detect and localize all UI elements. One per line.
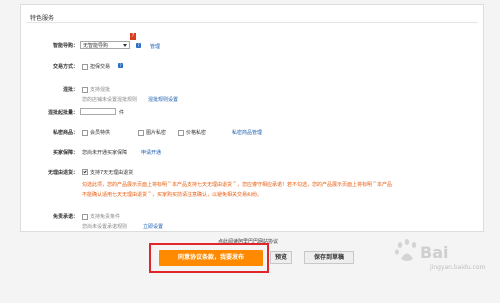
no-reason-warning-line-2: 不能确认适用七天无理由退货＂，买家购买前请注意确认，以避免相关交易纠纷。 — [82, 192, 263, 198]
smart-guide-manage-link[interactable]: 管理 — [150, 43, 160, 50]
disclaimer-checkbox[interactable] — [82, 214, 88, 220]
no-reason-checkbox[interactable] — [82, 169, 88, 175]
private-option-checkbox-1[interactable] — [82, 130, 88, 136]
exchange-checkbox[interactable] — [82, 87, 88, 93]
private-goods-manage-link[interactable]: 私密商品管理 — [232, 129, 262, 136]
no-reason-option-label: 支持7天无理由退货 — [90, 170, 134, 176]
buyer-protection-label: 买家保障： — [52, 150, 78, 156]
smart-guide-label: 智能导购： — [52, 43, 78, 49]
preview-button[interactable]: 预览 — [270, 251, 292, 264]
no-reason-warning-line-1: 勾选此项，您的产品展示页面上将标明＂本产品支持七天无理由退货＂，您应遵守相应承诺… — [82, 182, 393, 188]
smart-guide-select[interactable]: 无智能导购 — [80, 41, 130, 49]
smart-guide-selected: 无智能导购 — [83, 42, 109, 49]
buyer-protection-apply-link[interactable]: 申请开通 — [141, 149, 161, 156]
exchange-note: 您的店铺未设置混批规则 — [82, 97, 138, 103]
min-qty-label: 混批起批量： — [47, 110, 78, 116]
baidu-watermark-logo: Bai jingyan.baidu.com — [395, 239, 486, 271]
save-draft-button[interactable]: 保存到草稿 — [304, 251, 354, 264]
info-icon[interactable]: ? — [136, 43, 141, 48]
watermark-subtext: jingyan.baidu.com — [429, 264, 486, 271]
min-qty-unit: 件 — [119, 110, 125, 116]
buyer-protection-note: 您尚未开通买家保障 — [82, 150, 128, 156]
delivery-checkbox[interactable] — [82, 64, 88, 70]
exchange-option-label: 支持混批 — [90, 87, 111, 93]
disclaimer-note: 您尚未设置承诺规则 — [82, 224, 128, 230]
delivery-option-label: 担保交易 — [90, 64, 111, 70]
private-option-label-1: 会员特供 — [90, 130, 111, 136]
disclaimer-option-label: 支持免责条件 — [90, 214, 121, 220]
delivery-label: 交易方式： — [52, 64, 78, 70]
agree-and-publish-button[interactable]: 同意协议条款，我要发布 — [159, 250, 263, 266]
title-divider — [26, 22, 478, 23]
no-reason-label: 无理由退货： — [47, 170, 78, 176]
disclaimer-setup-link[interactable]: 立即设置 — [143, 223, 163, 230]
private-option-label-3: 价格私密 — [186, 130, 207, 136]
watermark-text: Bai — [420, 243, 448, 262]
exchange-settings-link[interactable]: 混批规则设置 — [148, 96, 178, 103]
disclaimer-label: 免责承诺： — [52, 214, 78, 220]
help-badge-icon[interactable]: ? — [130, 33, 136, 40]
private-option-checkbox-2[interactable] — [138, 130, 144, 136]
section-title: 特色服务 — [30, 15, 55, 22]
chevron-down-icon — [123, 44, 127, 47]
exchange-label: 混批： — [62, 87, 78, 93]
info-icon[interactable]: ? — [118, 63, 123, 68]
min-qty-input[interactable] — [80, 108, 116, 115]
private-goods-label: 私密商品： — [52, 130, 78, 136]
private-option-checkbox-3[interactable] — [178, 130, 184, 136]
private-option-label-2: 图片私密 — [146, 130, 167, 136]
